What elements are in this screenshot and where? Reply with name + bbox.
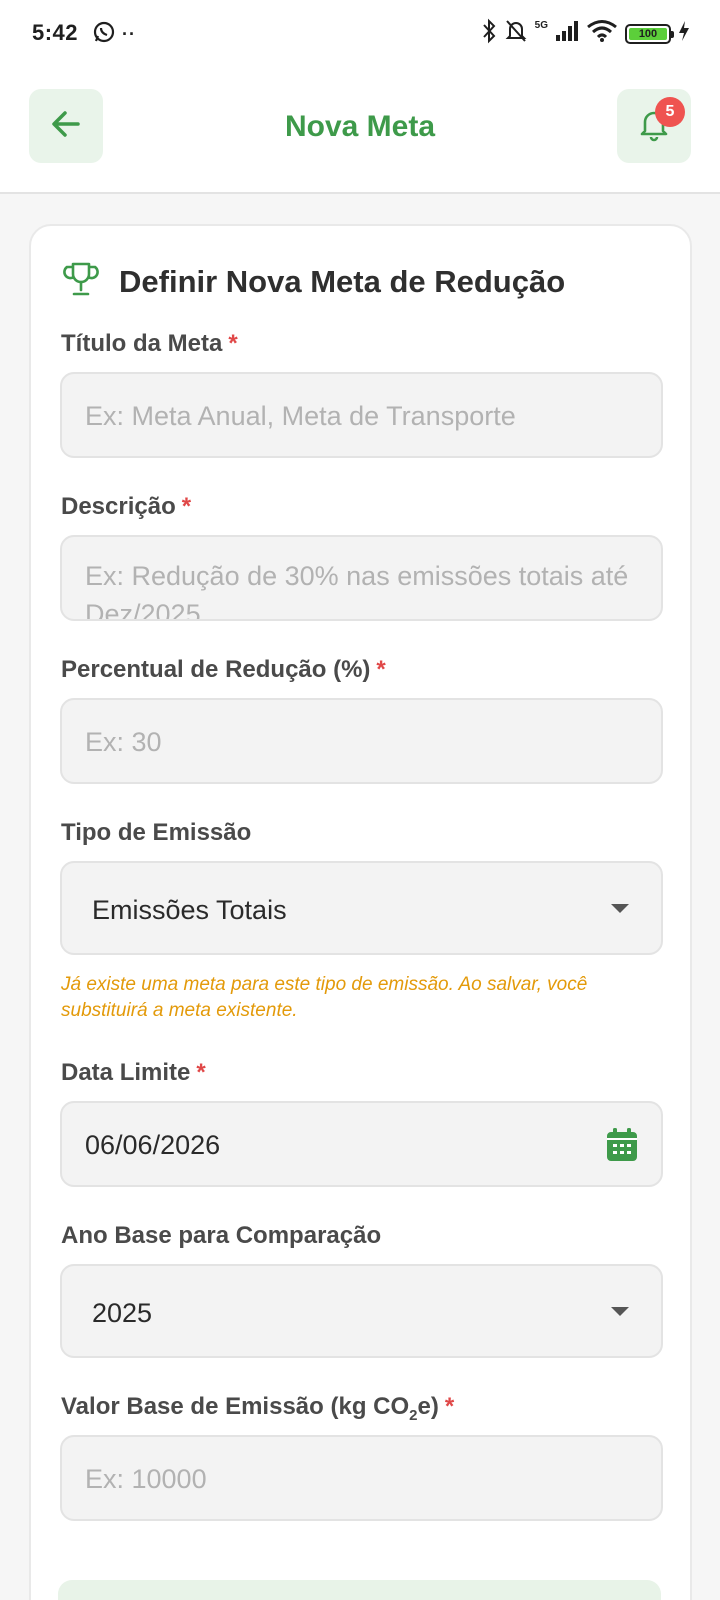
title-placeholder: Ex: Meta Anual, Meta de Transporte xyxy=(85,401,516,431)
trophy-icon xyxy=(61,259,101,304)
base-value-placeholder: Ex: 10000 xyxy=(85,1464,207,1494)
description-placeholder: Ex: Redução de 30% nas emissões totais a… xyxy=(85,561,629,621)
chevron-down-icon xyxy=(611,1307,629,1316)
battery-indicator: 100 xyxy=(625,23,674,44)
percentage-placeholder: Ex: 30 xyxy=(85,727,162,757)
emission-type-value: Emissões Totais xyxy=(92,895,287,925)
wifi-icon xyxy=(586,19,618,48)
status-dots: ·· xyxy=(122,24,136,44)
network-type: 5G xyxy=(534,20,548,31)
emission-type-label: Tipo de Emissão xyxy=(61,819,252,846)
base-year-label: Ano Base para Comparação xyxy=(61,1222,382,1249)
base-year-select[interactable]: 2025 xyxy=(60,1264,663,1358)
notification-badge: 5 xyxy=(655,97,685,127)
charging-icon xyxy=(678,20,690,47)
calendar-icon[interactable] xyxy=(605,1127,639,1168)
submit-button[interactable] xyxy=(58,1580,661,1600)
app-header: Nova Meta 5 xyxy=(0,66,720,194)
percentage-input[interactable]: Ex: 30 xyxy=(60,698,663,784)
percentage-label: Percentual de Redução (%) * xyxy=(61,656,386,683)
whatsapp-icon xyxy=(92,20,116,49)
page-title: Nova Meta xyxy=(284,110,436,143)
status-time: 5:42 xyxy=(32,20,79,45)
title-label: Título da Meta * xyxy=(61,330,238,357)
goal-form-card: Definir Nova Meta de Redução Título da M… xyxy=(29,224,692,1600)
required-mark: * xyxy=(228,330,238,357)
bluetooth-icon xyxy=(481,18,497,49)
description-label: Descrição * xyxy=(61,493,192,520)
status-bar: 5:42 ·· 5G 100 xyxy=(0,0,720,66)
base-value-input[interactable]: Ex: 10000 xyxy=(60,1435,663,1521)
title-input[interactable]: Ex: Meta Anual, Meta de Transporte xyxy=(60,372,663,458)
deadline-input[interactable]: 06/06/2026 xyxy=(60,1101,663,1187)
form-title: Definir Nova Meta de Redução xyxy=(119,263,566,299)
notifications-button[interactable]: 5 xyxy=(617,89,691,163)
emission-type-select[interactable]: Emissões Totais xyxy=(60,861,663,955)
deadline-label: Data Limite * xyxy=(61,1059,206,1086)
existing-goal-warning: Já existe uma meta para este tipo de emi… xyxy=(61,974,588,1021)
base-value-label: Valor Base de Emissão (kg CO2e) * xyxy=(61,1393,455,1424)
signal-icon xyxy=(555,20,579,47)
description-input[interactable]: Ex: Redução de 30% nas emissões totais a… xyxy=(60,535,663,621)
bell-off-icon xyxy=(504,18,528,49)
battery-level: 100 xyxy=(629,27,667,40)
deadline-value: 06/06/2026 xyxy=(85,1130,221,1160)
chevron-down-icon xyxy=(611,904,629,913)
base-year-value: 2025 xyxy=(92,1298,153,1328)
